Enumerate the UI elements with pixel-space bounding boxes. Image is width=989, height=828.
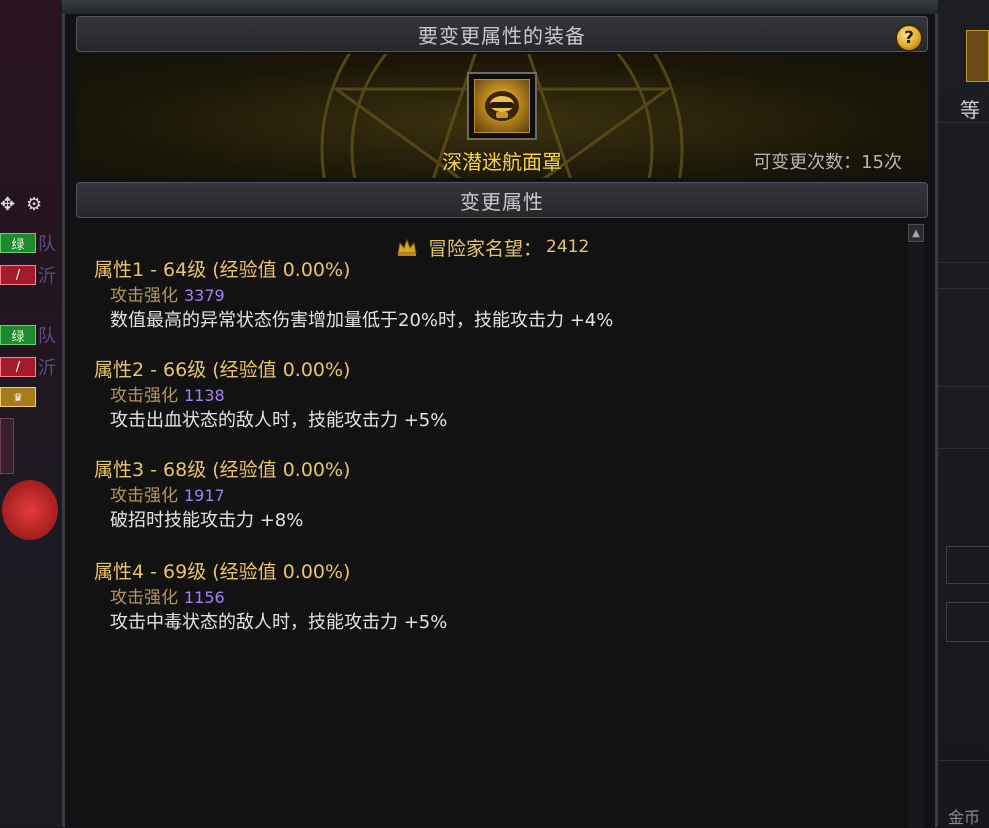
attribute-header: 属性1 - 64级 (经验值 0.00%)	[94, 259, 351, 281]
window-title: 要变更属性的装备	[418, 23, 586, 48]
attribute-effect: 攻击中毒状态的敌人时，技能攻击力 +5%	[110, 612, 448, 633]
stat-value: 3379	[184, 286, 225, 305]
crown-badge-icon: ♛	[0, 387, 36, 407]
right-edge-bottom-text: 金币	[948, 808, 981, 827]
party-member-text: 沂	[38, 266, 56, 287]
background-scene-right: 等 金币	[938, 0, 989, 827]
party-tag-green[interactable]: 绿	[0, 233, 36, 253]
window-frame-top	[62, 0, 938, 14]
section-header: 变更属性	[76, 182, 928, 218]
fame-crown-icon	[397, 238, 417, 256]
attribute-header: 属性4 - 69级 (经验值 0.00%)	[94, 561, 351, 583]
portrait-frame	[0, 418, 14, 474]
attribute-effect: 破招时技能攻击力 +8%	[110, 510, 304, 531]
help-button[interactable]: ?	[895, 24, 923, 52]
attribute-block: 属性1 - 64级 (经验值 0.00%) 攻击强化 3379 数值最高的异常状态…	[94, 256, 613, 334]
attribute-effect: 数值最高的异常状态伤害增加量低于20%时，技能攻击力 +4%	[110, 310, 614, 331]
party-member-text: 队	[38, 234, 56, 255]
change-count: 可变更次数：15次	[753, 152, 902, 173]
fame-value: 2412	[546, 237, 590, 257]
scroll-up-button[interactable]: ▲	[908, 224, 924, 242]
attribute-header: 属性3 - 68级 (经验值 0.00%)	[94, 459, 351, 481]
attribute-block: 属性2 - 66级 (经验值 0.00%) 攻击强化 1138 攻击出血状态的敌人…	[94, 356, 447, 434]
stat-label: 攻击强化	[110, 486, 178, 506]
right-edge-text: 等	[960, 98, 980, 122]
diving-mask-icon	[474, 79, 530, 133]
equipment-slot[interactable]	[467, 72, 537, 140]
attribute-stat: 攻击强化 1138	[110, 384, 447, 408]
move-icon[interactable]: ✥	[0, 194, 15, 215]
hp-bar-icon: /	[0, 357, 36, 377]
title-bar[interactable]: 要变更属性的装备	[76, 16, 928, 52]
stat-label: 攻击强化	[110, 386, 178, 406]
attribute-stat: 攻击强化 1917	[110, 484, 350, 508]
party-member-text: 队	[38, 326, 56, 347]
party-member-text: 沂	[38, 358, 56, 379]
attribute-stat: 攻击强化 1156	[110, 586, 447, 610]
party-tag-green[interactable]: 绿	[0, 325, 36, 345]
character-avatar	[2, 480, 58, 540]
attribute-block: 属性3 - 68级 (经验值 0.00%) 攻击强化 1917 破招时技能攻击力 …	[94, 456, 350, 534]
scrollbar-track[interactable]	[908, 243, 924, 827]
stat-value: 1917	[184, 486, 225, 505]
attribute-header: 属性2 - 66级 (经验值 0.00%)	[94, 359, 351, 381]
hp-bar-icon: /	[0, 265, 36, 285]
right-edge-button-2[interactable]	[946, 602, 989, 642]
gear-icon[interactable]: ⚙	[26, 194, 42, 215]
chest-icon[interactable]	[966, 30, 989, 82]
right-edge-button[interactable]	[946, 546, 989, 584]
stat-label: 攻击强化	[110, 286, 178, 306]
attribute-effect: 攻击出血状态的敌人时，技能攻击力 +5%	[110, 410, 448, 431]
stat-value: 1138	[184, 386, 225, 405]
section-title: 变更属性	[460, 189, 544, 214]
attribute-stat: 攻击强化 3379	[110, 284, 613, 308]
attribute-block: 属性4 - 69级 (经验值 0.00%) 攻击强化 1156 攻击中毒状态的敌人…	[94, 558, 447, 636]
stat-value: 1156	[184, 588, 225, 607]
equipment-name: 深潜迷航面罩	[442, 150, 562, 174]
background-scene-left	[0, 0, 62, 827]
stat-label: 攻击强化	[110, 588, 178, 608]
